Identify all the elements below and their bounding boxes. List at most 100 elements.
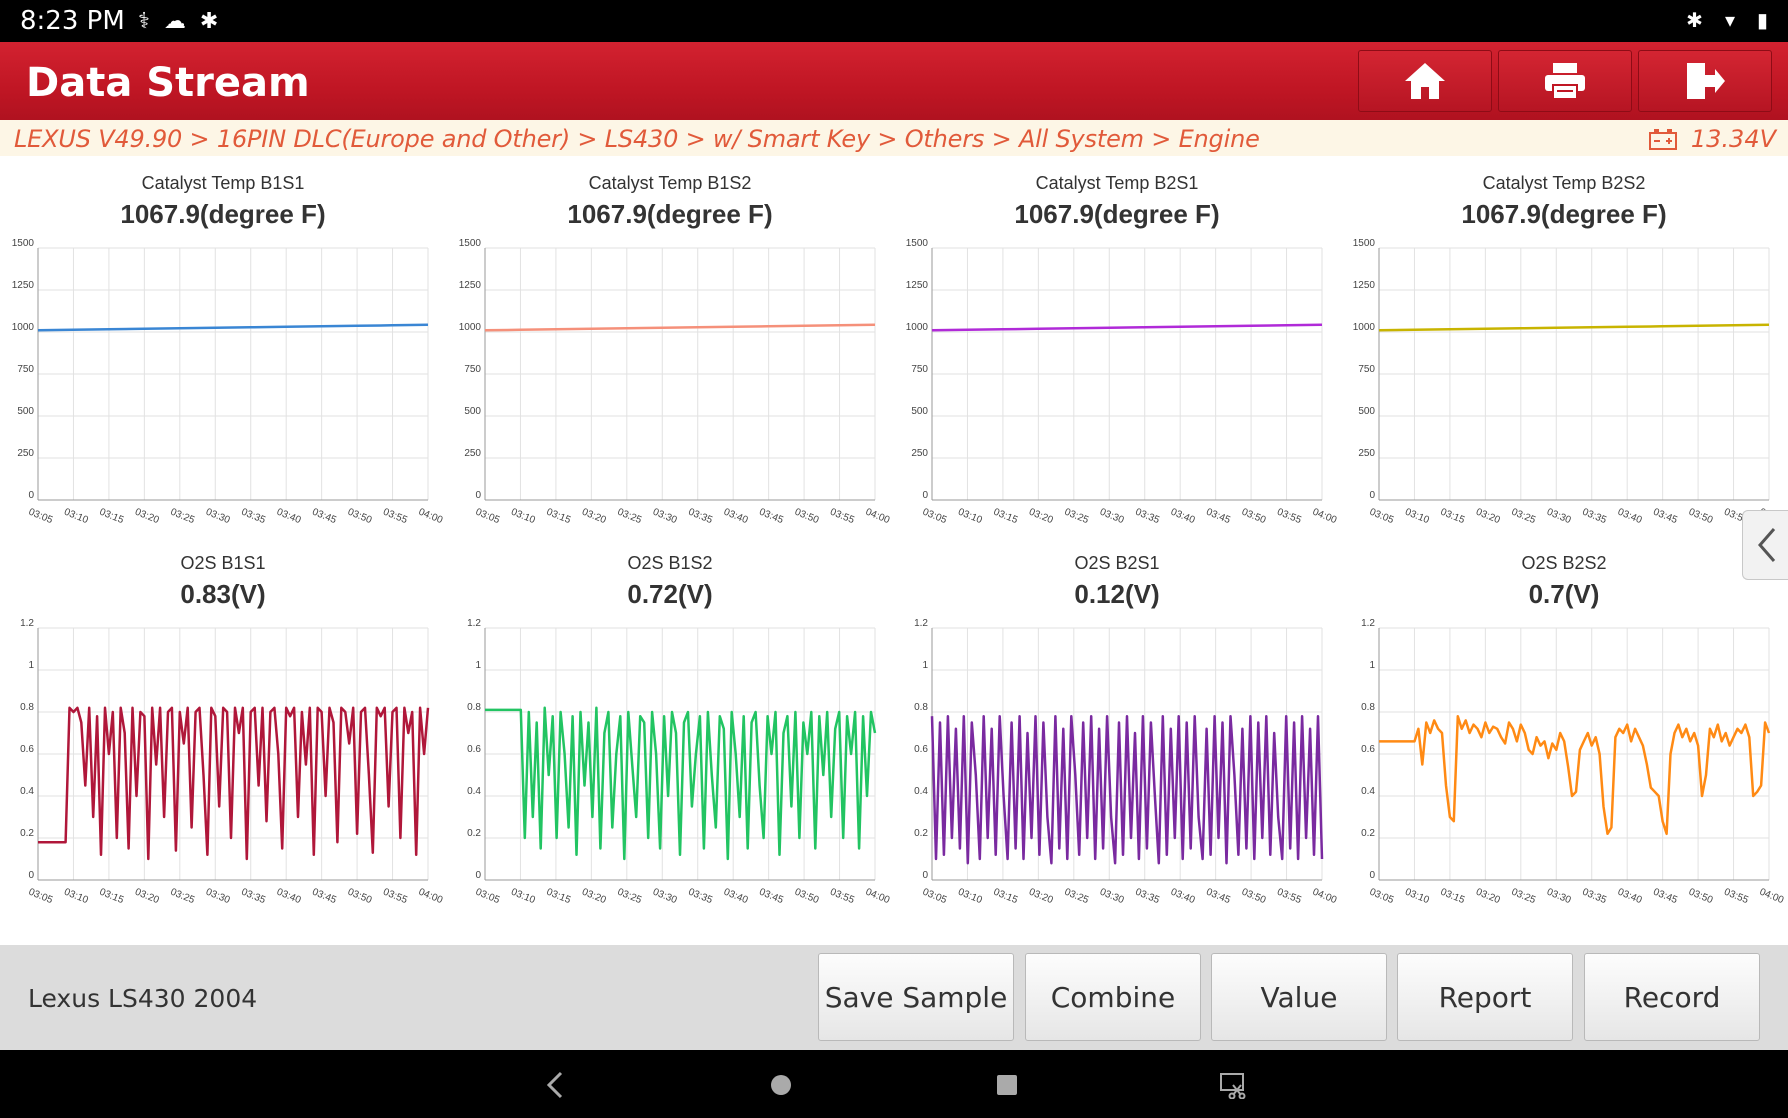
record-button[interactable]: Record [1584, 953, 1760, 1041]
y-tick-label: 500 [911, 406, 928, 417]
y-tick-label: 1.2 [467, 618, 481, 629]
print-button[interactable] [1498, 50, 1632, 112]
x-tick-label: 03:25 [616, 507, 644, 527]
x-tick-label: 04:00 [1758, 887, 1786, 907]
value-button[interactable]: Value [1211, 953, 1387, 1041]
x-tick-label: 03:30 [1545, 507, 1573, 527]
x-tick-label: 04:00 [1311, 887, 1339, 907]
app-header: Data Stream [0, 42, 1788, 120]
chart-panel: O2S B2S1 0.12(V) 0 0.2 0.4 0.6 0.8 1 1.2 03:05 03:… [914, 553, 1339, 906]
report-button[interactable]: Report [1397, 953, 1573, 1041]
x-tick-label: 03:40 [1616, 887, 1644, 907]
x-tick-label: 03:10 [1403, 887, 1431, 907]
x-tick-label: 03:55 [381, 507, 409, 527]
y-tick-label: 0.6 [1361, 744, 1375, 755]
x-tick-label: 03:20 [133, 507, 161, 527]
y-tick-label: 250 [464, 448, 481, 459]
home-button[interactable] [1358, 50, 1492, 112]
save-sample-button[interactable]: Save Sample [818, 953, 1014, 1041]
page-title: Data Stream [26, 60, 310, 106]
vehicle-label: Lexus LS430 2004 [28, 984, 258, 1013]
x-tick-label: 03:05 [921, 887, 949, 907]
x-tick-label: 03:05 [27, 507, 55, 527]
x-tick-label: 04:00 [864, 507, 892, 527]
y-tick-label: 1500 [12, 238, 35, 249]
y-tick-label: 0.8 [914, 702, 928, 713]
x-tick-label: 03:15 [992, 507, 1020, 527]
chart-title: O2S B1S1 [180, 553, 265, 573]
y-tick-label: 750 [464, 364, 481, 375]
screenshot-icon [1220, 1073, 1246, 1099]
nav-screenshot-button[interactable] [1216, 1068, 1250, 1102]
back-icon [546, 1071, 563, 1099]
y-tick-label: 1500 [1353, 238, 1376, 249]
series-line [484, 323, 876, 332]
x-tick-label: 03:45 [758, 507, 786, 527]
y-tick-label: 1 [475, 660, 481, 671]
y-tick-label: 0.2 [467, 828, 481, 839]
x-tick-label: 03:50 [1240, 507, 1268, 527]
combine-button[interactable]: Combine [1025, 953, 1201, 1041]
chart-current-value: 0.12(V) [1074, 579, 1159, 609]
x-tick-label: 03:05 [921, 507, 949, 527]
x-tick-label: 03:25 [1063, 887, 1091, 907]
x-tick-label: 03:50 [1687, 887, 1715, 907]
battery-voltage-icon [1648, 129, 1677, 150]
x-tick-label: 03:35 [240, 507, 268, 527]
x-tick-label: 04:00 [864, 887, 892, 907]
series-line [1379, 714, 1771, 836]
x-tick-label: 03:40 [1169, 887, 1197, 907]
x-tick-label: 03:35 [1134, 507, 1162, 527]
y-tick-label: 0.4 [467, 786, 481, 797]
x-tick-label: 03:55 [828, 887, 856, 907]
y-tick-label: 0.6 [914, 744, 928, 755]
series-line [485, 706, 877, 861]
y-tick-label: 1250 [1353, 280, 1376, 291]
x-tick-label: 03:10 [956, 507, 984, 527]
y-tick-label: 0 [475, 490, 481, 501]
x-tick-label: 03:55 [828, 507, 856, 527]
x-tick-label: 03:35 [240, 887, 268, 907]
x-tick-label: 03:20 [1474, 887, 1502, 907]
chart-panel: Catalyst Temp B2S2 1067.9(degree F) 0 250 50… [1353, 173, 1786, 526]
bluetooth-icon: ✱ [1686, 10, 1703, 32]
x-tick-label: 03:45 [311, 507, 339, 527]
x-tick-label: 03:10 [62, 887, 90, 907]
x-tick-label: 03:35 [1134, 887, 1162, 907]
x-tick-label: 03:15 [1439, 887, 1467, 907]
series-line [37, 323, 429, 332]
x-tick-label: 03:20 [580, 507, 608, 527]
x-tick-label: 03:55 [1722, 887, 1750, 907]
chart-current-value: 0.72(V) [627, 579, 712, 609]
chart-panel: O2S B1S1 0.83(V) 0 0.2 0.4 0.6 0.8 1 1.2 03:05 03:… [20, 553, 445, 906]
y-tick-label: 0.6 [467, 744, 481, 755]
x-tick-label: 03:40 [1616, 507, 1644, 527]
x-tick-label: 03:45 [1652, 507, 1680, 527]
y-tick-label: 750 [911, 364, 928, 375]
y-tick-label: 500 [17, 406, 34, 417]
recents-square-icon [997, 1075, 1017, 1095]
data-stream-charts: Catalyst Temp B1S1 1067.9(degree F) 0 250 50… [0, 160, 1788, 945]
side-panel-toggle[interactable] [1742, 510, 1788, 580]
y-tick-label: 0.6 [20, 744, 34, 755]
series-line [930, 714, 1324, 865]
series-line [38, 706, 430, 861]
chart-panel: Catalyst Temp B1S2 1067.9(degree F) 0 250 50… [459, 173, 892, 526]
nav-back-button[interactable] [538, 1068, 572, 1102]
footer-toolbar: Lexus LS430 2004 Save Sample Combine Val… [0, 945, 1788, 1050]
breadcrumb: LEXUS V49.90 > 16PIN DLC(Europe and Othe… [14, 125, 1260, 153]
y-tick-label: 500 [1358, 406, 1375, 417]
y-tick-label: 1250 [459, 280, 482, 291]
x-tick-label: 03:10 [509, 887, 537, 907]
x-tick-label: 03:05 [27, 887, 55, 907]
nav-recents-button[interactable] [990, 1068, 1024, 1102]
y-tick-label: 0.2 [1361, 828, 1375, 839]
nav-home-button[interactable] [764, 1068, 798, 1102]
x-tick-label: 03:45 [1205, 507, 1233, 527]
x-tick-label: 04:00 [1311, 507, 1339, 527]
exit-button[interactable] [1638, 50, 1772, 112]
x-tick-label: 03:15 [992, 887, 1020, 907]
y-tick-label: 0.8 [1361, 702, 1375, 713]
chart-title: Catalyst Temp B2S2 [1483, 173, 1646, 193]
stethoscope-icon: ⚕ [138, 8, 150, 33]
